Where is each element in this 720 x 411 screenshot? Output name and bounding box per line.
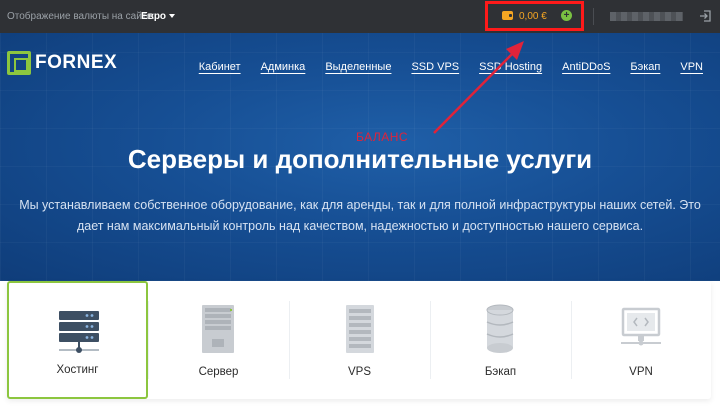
- nav-ssd-hosting[interactable]: SSD Hosting: [479, 61, 542, 73]
- nav-antiddos[interactable]: AntiDDoS: [562, 61, 610, 73]
- hero-section: FORNEX Кабинет Админка Выделенные SSD VP…: [0, 33, 720, 281]
- balance-value[interactable]: 0,00 €: [519, 11, 547, 22]
- logout-icon[interactable]: [699, 10, 711, 22]
- nav-dedicated[interactable]: Выделенные: [325, 61, 391, 73]
- hero-description: Мы устанавливаем собственное оборудовани…: [12, 195, 708, 237]
- top-bar: Отображение валюты на сайте: Евро 0,00 €…: [0, 0, 720, 33]
- wallet-icon: [502, 11, 513, 20]
- vps-rack-icon: [346, 305, 374, 353]
- service-card-backup[interactable]: Бэкап: [430, 281, 571, 399]
- nav-admin[interactable]: Админка: [261, 61, 306, 73]
- nav-cabinet[interactable]: Кабинет: [199, 61, 241, 73]
- add-funds-icon[interactable]: +: [561, 10, 572, 21]
- vpn-monitor-icon: [621, 307, 661, 346]
- chevron-down-icon: [169, 14, 176, 19]
- main-nav: Кабинет Админка Выделенные SSD VPS SSD H…: [179, 61, 703, 73]
- user-name-blurred[interactable]: [610, 12, 683, 21]
- hero-description-line-1: Мы устанавливаем собственное оборудовани…: [19, 198, 701, 212]
- topbar-divider: [593, 8, 594, 25]
- service-card-server[interactable]: Сервер: [148, 281, 289, 399]
- server-tower-icon: [202, 305, 234, 353]
- service-label-server: Сервер: [198, 366, 239, 378]
- logo-text: FORNEX: [35, 52, 118, 73]
- services-panel: Хостинг Сервер VPS Бэкап VPN: [7, 281, 711, 399]
- nav-vpn[interactable]: VPN: [680, 61, 703, 73]
- service-card-vpn[interactable]: VPN: [571, 281, 711, 399]
- backup-database-icon: [486, 304, 514, 353]
- page-title: Серверы и дополнительные услуги: [127, 144, 593, 174]
- nav-backup[interactable]: Бэкап: [630, 61, 660, 73]
- service-label-hosting: Хостинг: [56, 364, 99, 376]
- service-label-backup: Бэкап: [484, 366, 517, 378]
- currency-value: Евро: [141, 11, 167, 22]
- hero-description-line-2: дает нам максимальный контроль над качес…: [76, 219, 644, 233]
- currency-dropdown[interactable]: Евро: [141, 11, 176, 22]
- currency-label: Отображение валюты на сайте:: [7, 11, 155, 22]
- service-card-hosting[interactable]: Хостинг: [7, 281, 148, 399]
- hosting-rack-icon: [59, 311, 99, 353]
- balance-annotation: БАЛАНС: [356, 130, 409, 144]
- service-label-vpn: VPN: [629, 366, 653, 378]
- service-label-vps: VPS: [347, 366, 371, 378]
- logo-mark-icon: [7, 51, 31, 75]
- service-card-vps[interactable]: VPS: [289, 281, 430, 399]
- nav-ssd-vps[interactable]: SSD VPS: [411, 61, 459, 73]
